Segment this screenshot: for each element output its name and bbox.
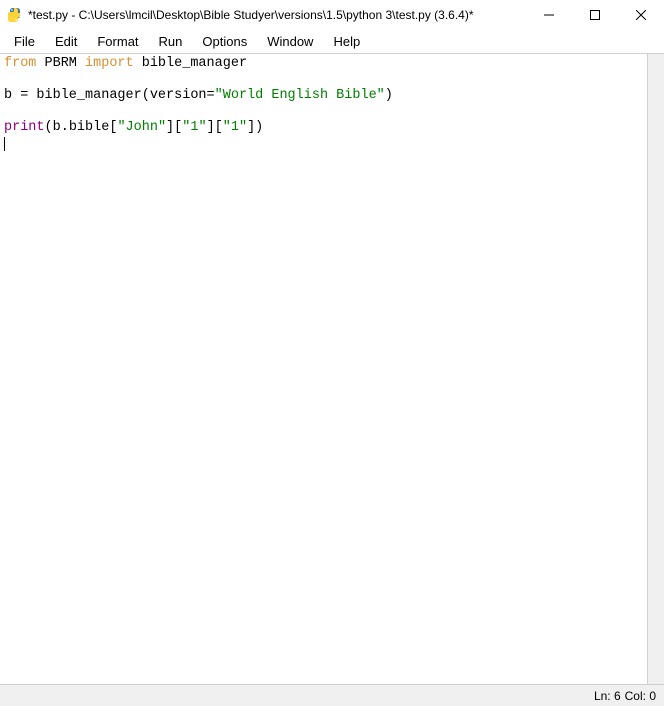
scrollbar-thumb[interactable] [648, 54, 664, 684]
menu-file[interactable]: File [4, 32, 45, 51]
titlebar: *test.py - C:\Users\lmcil\Desktop\Bible … [0, 0, 664, 30]
string-literal: "1" [223, 120, 247, 135]
menu-help[interactable]: Help [323, 32, 370, 51]
menu-edit[interactable]: Edit [45, 32, 87, 51]
app-icon [6, 7, 22, 23]
editor-container: from PBRM import bible_manager b = bible… [0, 54, 664, 684]
text-cursor [4, 137, 5, 151]
keyword-import: import [85, 56, 134, 71]
keyword-from: from [4, 56, 36, 71]
vertical-scrollbar[interactable] [647, 54, 664, 684]
menu-options[interactable]: Options [192, 32, 257, 51]
code-editor[interactable]: from PBRM import bible_manager b = bible… [0, 54, 647, 684]
status-column: Col: 0 [625, 689, 656, 703]
code-text: ) [385, 88, 393, 103]
code-text: ]) [247, 120, 263, 135]
string-literal: "1" [182, 120, 206, 135]
statusbar: Ln: 6 Col: 0 [0, 684, 664, 706]
code-text: b = bible_manager(version= [4, 88, 215, 103]
builtin-print: print [4, 120, 45, 135]
menubar: File Edit Format Run Options Window Help [0, 30, 664, 54]
status-line: Ln: 6 [594, 689, 621, 703]
window-controls [526, 0, 664, 29]
code-text: bible_manager [134, 56, 247, 71]
window-title: *test.py - C:\Users\lmcil\Desktop\Bible … [28, 8, 526, 22]
menu-window[interactable]: Window [257, 32, 323, 51]
close-button[interactable] [618, 0, 664, 30]
code-text: (b.bible[ [45, 120, 118, 135]
maximize-button[interactable] [572, 0, 618, 30]
code-text: PBRM [36, 56, 85, 71]
string-literal: "World English Bible" [215, 88, 385, 103]
code-text: ][ [166, 120, 182, 135]
minimize-button[interactable] [526, 0, 572, 30]
string-literal: "John" [117, 120, 166, 135]
menu-run[interactable]: Run [149, 32, 193, 51]
menu-format[interactable]: Format [87, 32, 148, 51]
code-text: ][ [207, 120, 223, 135]
